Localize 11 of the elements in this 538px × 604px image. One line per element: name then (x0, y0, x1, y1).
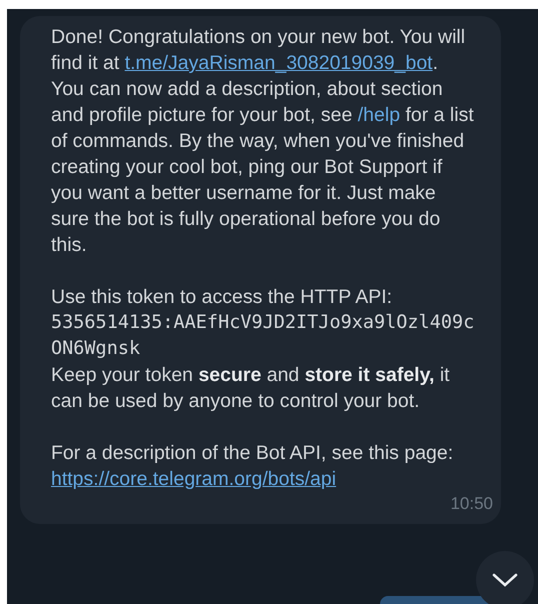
chevron-down-icon (492, 573, 518, 587)
link[interactable]: /help (358, 104, 400, 126)
message-text: Use this token to access the HTTP API: (51, 285, 394, 310)
link[interactable]: https://core.telegram.org/bots/api (51, 468, 336, 490)
message-text: For a description of the Bot API, see this page: https://core.telegram.org/bots/api (51, 441, 454, 492)
message-text: Done! Congratulations on your new bot. You will find it at t.me/JayaRisman_3082019039_bot. You can now add a description, about section and profile picture for your bot, see /help for a list of commands. By the way, when you've finished creating your cool bot, ping our Bot Support if you want a better username for it. Just make sure the bot is fully operational before you do this. (51, 25, 475, 258)
message-text: Keep your token secure and store it safely, it can be used by anyone to control your bot. (51, 363, 451, 414)
message-time: 10:50 (450, 494, 493, 514)
link[interactable]: t.me/JayaRisman_3082019039_bot (124, 52, 433, 74)
token-text: 5356514135:AAEfHcV9JD2ITJo9xa9lOzl409cON6Wgnsk (51, 311, 475, 361)
scroll-down-button[interactable] (476, 551, 534, 604)
